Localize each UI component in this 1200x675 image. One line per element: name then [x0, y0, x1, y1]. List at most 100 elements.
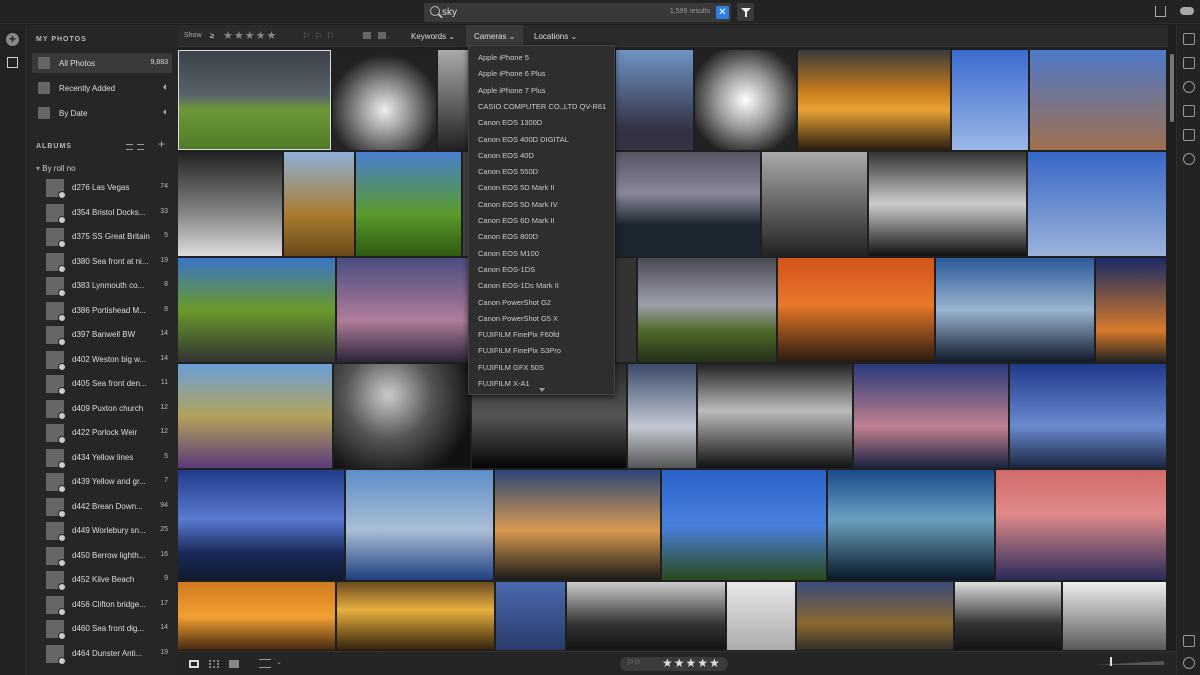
video-type-icon[interactable] — [378, 32, 386, 39]
camera-option[interactable]: Canon EOS 40D — [478, 151, 534, 160]
scroll-down-icon[interactable] — [539, 388, 545, 392]
locations-menu[interactable]: Locations ⌄ — [526, 25, 585, 47]
photo-thumbnail[interactable] — [337, 258, 472, 362]
gradient-icon[interactable] — [1183, 129, 1195, 141]
photo-type-icon[interactable] — [363, 32, 371, 39]
photo-thumbnail[interactable] — [616, 50, 693, 150]
camera-option[interactable]: Canon EOS 5D Mark II — [478, 183, 555, 192]
grid-view-icon[interactable] — [137, 144, 144, 150]
list-view-icon[interactable] — [126, 144, 133, 150]
photo-thumbnail[interactable] — [334, 364, 470, 468]
cloud-icon[interactable] — [1180, 7, 1194, 15]
photo-thumbnail[interactable] — [178, 470, 344, 580]
album-item[interactable]: d405 Sea front den... 11 — [46, 373, 174, 395]
keyword-tag-icon[interactable] — [1183, 635, 1195, 647]
album-item[interactable]: d439 Yellow and gr... 7 — [46, 471, 174, 493]
camera-option[interactable]: Canon EOS-1Ds Mark II — [478, 281, 559, 290]
info-icon[interactable] — [1183, 657, 1195, 669]
album-item[interactable]: d449 Worlebury sn... 25 — [46, 520, 174, 542]
camera-option[interactable]: Canon EOS 550D — [478, 167, 538, 176]
square-grid-view-icon[interactable] — [209, 660, 219, 668]
camera-option[interactable]: Canon EOS 5D Mark IV — [478, 200, 558, 209]
album-item[interactable]: d402 Weston big w... 14 — [46, 349, 174, 371]
filter-icon[interactable] — [737, 3, 754, 21]
album-item[interactable]: d409 Puxton church 12 — [46, 398, 174, 420]
search-query[interactable]: sky — [442, 7, 457, 18]
sort-chevron-icon[interactable]: ⌄ — [276, 658, 282, 666]
photo-thumbnail[interactable] — [178, 50, 331, 150]
album-view-icons[interactable] — [126, 141, 148, 153]
star-filter[interactable]: ★★★★★ — [223, 29, 277, 42]
library-icon[interactable] — [7, 57, 18, 68]
camera-option[interactable]: FUJIFILM FinePix S3Pro — [478, 346, 561, 355]
camera-option[interactable]: FUJIFILM GFX 50S — [478, 363, 544, 372]
photo-thumbnail[interactable] — [1063, 582, 1166, 650]
album-item[interactable]: d276 Las Vegas 74 — [46, 177, 174, 199]
camera-option[interactable]: Apple iPhone 5 — [478, 53, 529, 62]
album-item[interactable]: d456 Clifton bridge... 17 — [46, 594, 174, 616]
photo-thumbnail[interactable] — [178, 582, 335, 650]
photo-grid-view-icon[interactable] — [189, 660, 199, 668]
photo-thumbnail[interactable] — [695, 50, 796, 150]
photo-thumbnail[interactable] — [438, 50, 468, 150]
photo-thumbnail[interactable] — [952, 50, 1028, 150]
album-item[interactable]: d386 Portishead M... 8 — [46, 300, 174, 322]
camera-option[interactable]: Canon PowerShot G2 — [478, 298, 551, 307]
photo-thumbnail[interactable] — [628, 364, 696, 468]
flag-filter[interactable]: ⚐⚐⚐ — [302, 31, 338, 42]
photo-thumbnail[interactable] — [778, 258, 934, 362]
photo-thumbnail[interactable] — [662, 470, 826, 580]
photo-thumbnail[interactable] — [727, 582, 795, 650]
photo-thumbnail[interactable] — [1010, 364, 1166, 468]
chevron-left-icon[interactable] — [163, 84, 166, 90]
camera-option[interactable]: Canon EOS M100 — [478, 249, 539, 258]
photo-thumbnail[interactable] — [854, 364, 1008, 468]
photo-thumbnail[interactable] — [869, 152, 1026, 256]
photo-thumbnail[interactable] — [762, 152, 867, 256]
nav-recently-added[interactable]: Recently Added — [32, 78, 172, 98]
camera-option[interactable]: Canon EOS 800D — [478, 232, 538, 241]
photo-thumbnail[interactable] — [495, 470, 660, 580]
camera-option[interactable]: Canon EOS 6D Mark II — [478, 216, 555, 225]
photo-thumbnail[interactable] — [567, 582, 725, 650]
album-item[interactable]: d397 Banwell BW 14 — [46, 324, 174, 346]
photo-thumbnail[interactable] — [356, 152, 461, 256]
radial-icon[interactable] — [1183, 153, 1195, 165]
album-item[interactable]: d383 Lynmouth co... 8 — [46, 275, 174, 297]
photo-thumbnail[interactable] — [496, 582, 565, 650]
nav-by-date[interactable]: By Date — [32, 103, 172, 123]
album-item[interactable]: d450 Berrow lighth... 16 — [46, 545, 174, 567]
crop-icon[interactable] — [1183, 57, 1195, 69]
photo-thumbnail[interactable] — [698, 364, 852, 468]
detail-view-icon[interactable] — [229, 660, 239, 668]
album-item[interactable]: d434 Yellow lines 5 — [46, 447, 174, 469]
camera-option[interactable]: Canon EOS 400D DIGITAL — [478, 135, 569, 144]
album-folder-by-roll[interactable]: By roll no — [36, 164, 75, 173]
add-photos-icon[interactable]: + — [6, 33, 19, 46]
scrollbar-thumb[interactable] — [1170, 54, 1174, 122]
album-item[interactable]: d354 Bristol Docks... 33 — [46, 202, 174, 224]
keywords-menu[interactable]: Keywords ⌄ — [403, 25, 463, 47]
photo-thumbnail[interactable] — [333, 50, 436, 150]
camera-option[interactable]: FUJIFILM X-A1 — [478, 379, 530, 388]
photo-thumbnail[interactable] — [178, 258, 335, 362]
photo-thumbnail[interactable] — [638, 258, 776, 362]
search-field[interactable]: sky 1,599 results ✕ — [424, 3, 731, 22]
album-item[interactable]: d380 Sea front at ni... 19 — [46, 251, 174, 273]
thumbnail-size-slider[interactable] — [1096, 661, 1164, 665]
photo-thumbnail[interactable] — [828, 470, 994, 580]
camera-option[interactable]: Canon EOS-1DS — [478, 265, 535, 274]
photo-thumbnail[interactable] — [798, 50, 950, 150]
album-item[interactable]: d422 Porlock Weir 12 — [46, 422, 174, 444]
album-item[interactable]: d442 Brean Down... 94 — [46, 496, 174, 518]
slider-knob[interactable] — [1110, 657, 1112, 666]
photo-thumbnail[interactable] — [346, 470, 493, 580]
camera-option[interactable]: FUJIFILM FinePix F60fd — [478, 330, 559, 339]
photo-thumbnail[interactable] — [936, 258, 1094, 362]
camera-option[interactable]: Apple iPhone 6 Plus — [478, 69, 546, 78]
photo-thumbnail[interactable] — [616, 152, 760, 256]
flag-buttons[interactable]: ⚐⚐ — [627, 658, 641, 667]
camera-option[interactable]: Apple iPhone 7 Plus — [478, 86, 546, 95]
album-item[interactable]: d460 Sea front dig... 14 — [46, 618, 174, 640]
camera-option[interactable]: Canon PowerShot G5 X — [478, 314, 558, 323]
